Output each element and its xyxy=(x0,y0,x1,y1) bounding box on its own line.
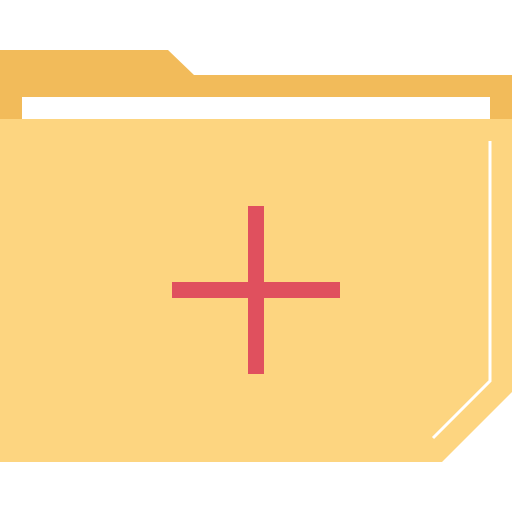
icon-canvas xyxy=(0,0,512,512)
plus-horizontal-bar xyxy=(172,282,340,298)
new-folder-icon[interactable] xyxy=(0,0,512,512)
